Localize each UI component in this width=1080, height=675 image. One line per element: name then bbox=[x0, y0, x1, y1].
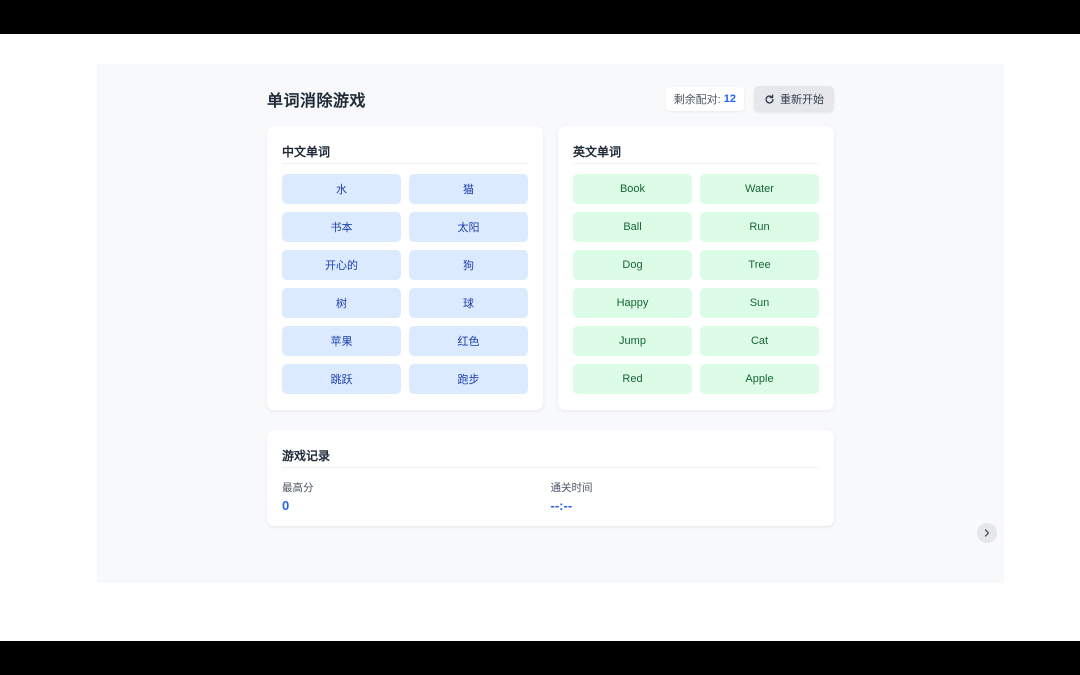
english-word-card[interactable]: Sun bbox=[700, 288, 819, 318]
clear-time-value: --:-- bbox=[550, 498, 573, 513]
chinese-word-card[interactable]: 球 bbox=[409, 288, 528, 318]
word-panels: 中文单词 水 猫 书本 太阳 开心的 狗 树 球 苹果 红色 跳跃 跑步 英文单… bbox=[267, 126, 834, 410]
letterbox-top bbox=[0, 0, 1080, 34]
game-app: 单词消除游戏 剩余配对: 12 重新开始 中文单词 水 猫 书本 太阳 开心的 … bbox=[267, 86, 834, 526]
chinese-word-card[interactable]: 水 bbox=[282, 174, 401, 204]
chinese-word-card[interactable]: 跑步 bbox=[409, 364, 528, 394]
clear-time-label: 通关时间 bbox=[550, 482, 593, 494]
clear-time-stat: 通关时间 --:-- bbox=[551, 480, 820, 513]
header: 单词消除游戏 剩余配对: 12 重新开始 bbox=[267, 86, 834, 112]
chinese-word-card[interactable]: 书本 bbox=[282, 212, 401, 242]
english-word-card[interactable]: Red bbox=[573, 364, 692, 394]
english-word-card[interactable]: Water bbox=[700, 174, 819, 204]
chinese-word-card[interactable]: 苹果 bbox=[282, 326, 401, 356]
english-word-card[interactable]: Ball bbox=[573, 212, 692, 242]
page-background: 单词消除游戏 剩余配对: 12 重新开始 中文单词 水 猫 书本 太阳 开心的 … bbox=[97, 64, 1004, 583]
english-word-card[interactable]: Happy bbox=[573, 288, 692, 318]
english-word-card[interactable]: Run bbox=[700, 212, 819, 242]
chinese-word-panel: 中文单词 水 猫 书本 太阳 开心的 狗 树 球 苹果 红色 跳跃 跑步 bbox=[267, 126, 543, 410]
letterbox-bottom bbox=[0, 641, 1080, 675]
english-word-card[interactable]: Apple bbox=[700, 364, 819, 394]
header-controls: 剩余配对: 12 重新开始 bbox=[665, 86, 834, 112]
chinese-word-card[interactable]: 跳跃 bbox=[282, 364, 401, 394]
english-panel-title: 英文单词 bbox=[573, 143, 819, 164]
page-title: 单词消除游戏 bbox=[267, 93, 367, 110]
remaining-pairs-badge: 剩余配对: 12 bbox=[665, 87, 744, 111]
chinese-word-grid: 水 猫 书本 太阳 开心的 狗 树 球 苹果 红色 跳跃 跑步 bbox=[282, 174, 528, 394]
english-word-card[interactable]: Tree bbox=[700, 250, 819, 280]
high-score-value: 0 bbox=[282, 498, 290, 513]
next-button[interactable] bbox=[977, 523, 997, 543]
record-panel-title: 游戏记录 bbox=[282, 447, 819, 468]
restart-label: 重新开始 bbox=[780, 94, 824, 106]
english-word-card[interactable]: Book bbox=[573, 174, 692, 204]
chinese-word-card[interactable]: 红色 bbox=[409, 326, 528, 356]
record-stats: 最高分 0 通关时间 --:-- bbox=[282, 480, 819, 513]
chevron-right-icon bbox=[984, 529, 990, 537]
high-score-label: 最高分 bbox=[282, 482, 314, 494]
high-score-stat: 最高分 0 bbox=[282, 480, 551, 513]
chinese-word-card[interactable]: 太阳 bbox=[409, 212, 528, 242]
english-word-panel: 英文单词 Book Water Ball Run Dog Tree Happy … bbox=[558, 126, 834, 410]
english-word-card[interactable]: Dog bbox=[573, 250, 692, 280]
game-record-panel: 游戏记录 最高分 0 通关时间 --:-- bbox=[267, 430, 834, 526]
chinese-panel-title: 中文单词 bbox=[282, 143, 528, 164]
english-word-grid: Book Water Ball Run Dog Tree Happy Sun J… bbox=[573, 174, 819, 394]
remaining-pairs-label: 剩余配对: bbox=[673, 94, 721, 106]
chinese-word-card[interactable]: 狗 bbox=[409, 250, 528, 280]
english-word-card[interactable]: Cat bbox=[700, 326, 819, 356]
english-word-card[interactable]: Jump bbox=[573, 326, 692, 356]
restart-button[interactable]: 重新开始 bbox=[754, 86, 834, 112]
chinese-word-card[interactable]: 猫 bbox=[409, 174, 528, 204]
chinese-word-card[interactable]: 树 bbox=[282, 288, 401, 318]
chinese-word-card[interactable]: 开心的 bbox=[282, 250, 401, 280]
refresh-icon bbox=[765, 93, 774, 104]
remaining-pairs-count: 12 bbox=[723, 93, 736, 105]
